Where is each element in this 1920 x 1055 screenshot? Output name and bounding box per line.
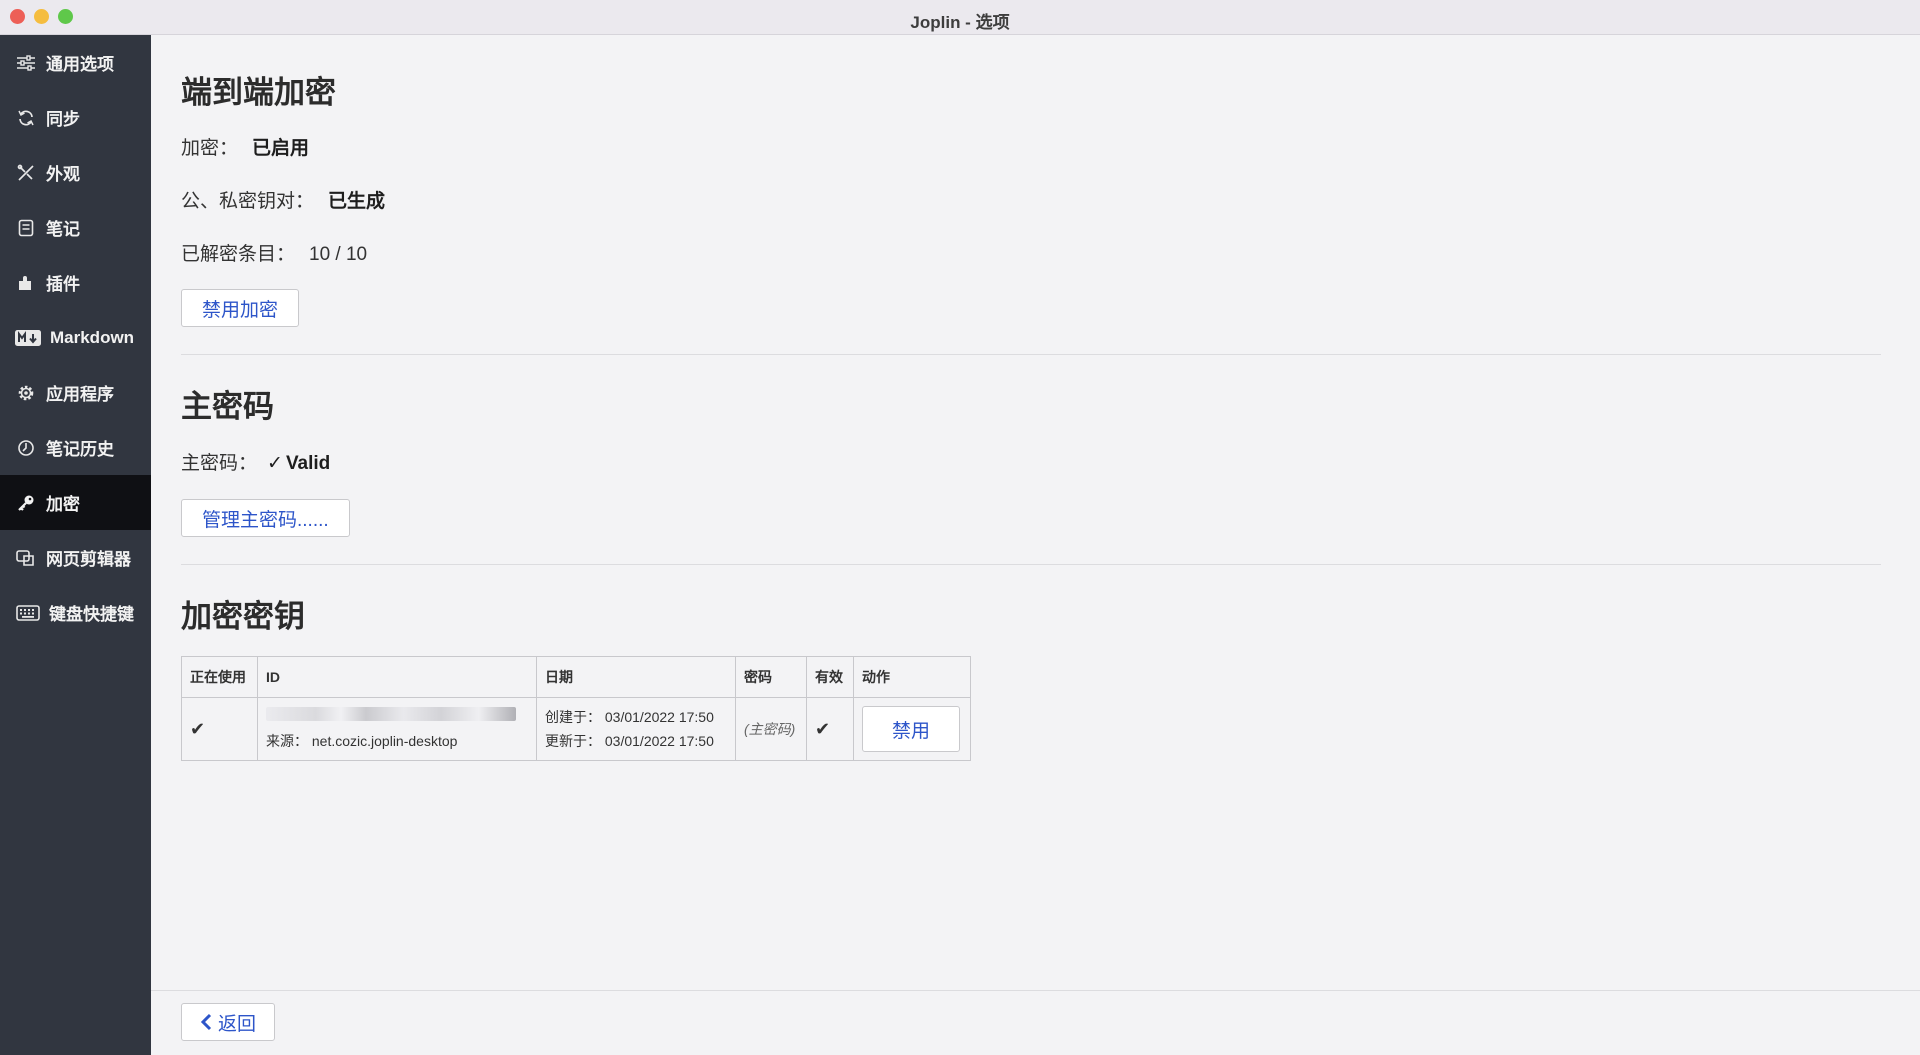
decrypted-items-status: 已解密条目： 10 / 10 bbox=[181, 239, 367, 266]
keypair-label: 公、私密钥对： bbox=[181, 191, 315, 212]
column-header: 日期 bbox=[536, 656, 736, 698]
action-cell: 禁用 bbox=[853, 697, 971, 761]
back-button-label: 返回 bbox=[218, 1013, 257, 1035]
sidebar-item-web-clipper[interactable]: 网页剪辑器 bbox=[0, 530, 151, 585]
history-icon bbox=[15, 437, 37, 459]
sidebar-item-markdown[interactable]: Markdown bbox=[0, 310, 151, 365]
manage-master-password-button[interactable]: 管理主密码...... bbox=[181, 499, 350, 537]
gear-icon bbox=[15, 382, 37, 404]
note-icon bbox=[15, 217, 37, 239]
updated-value: 03/01/2022 17:50 bbox=[604, 733, 714, 749]
sidebar-item-label: 通用选项 bbox=[46, 55, 114, 74]
valid-check-icon: ✓ bbox=[267, 453, 283, 474]
decrypted-value: 10 / 10 bbox=[309, 244, 368, 265]
created-value: 03/01/2022 17:50 bbox=[604, 709, 714, 725]
sync-icon bbox=[15, 107, 37, 129]
key-icon bbox=[15, 492, 37, 514]
source-label: 来源： bbox=[266, 733, 308, 749]
redacted-key-id bbox=[266, 707, 516, 721]
chevron-left-icon bbox=[200, 1013, 212, 1031]
date-cell: 创建于： 03/01/2022 17:50 更新于： 03/01/2022 17… bbox=[536, 697, 736, 761]
column-header: 正在使用 bbox=[181, 656, 258, 698]
created-label: 创建于： bbox=[545, 709, 601, 725]
updated-label: 更新于： bbox=[545, 733, 601, 749]
sliders-icon bbox=[15, 52, 37, 74]
sidebar-item-label: 外观 bbox=[46, 165, 80, 184]
sidebar-item-plugins[interactable]: 插件 bbox=[0, 255, 151, 310]
window-title: Joplin - 选项 bbox=[910, 13, 1010, 32]
paint-icon bbox=[15, 162, 37, 184]
master-password-label: 主密码： bbox=[181, 453, 258, 474]
sidebar: 通用选项 同步 外观 笔记 插件 Markdown 应用程序 笔记历史 加密 网… bbox=[0, 35, 151, 1055]
keypair-value: 已生成 bbox=[328, 191, 386, 212]
column-header: ID bbox=[257, 656, 537, 698]
keypair-status: 公、私密钥对： 已生成 bbox=[181, 186, 385, 213]
e2ee-heading: 端到端加密 bbox=[181, 75, 336, 110]
puzzle-icon bbox=[15, 272, 37, 294]
title-bar: Joplin - 选项 bbox=[0, 0, 1920, 35]
table-header-row: 正在使用 ID 日期 密码 有效 动作 bbox=[181, 656, 971, 698]
disable-encryption-button[interactable]: 禁用加密 bbox=[181, 289, 300, 327]
sidebar-item-label: 同步 bbox=[46, 110, 80, 129]
sidebar-item-keyboard-shortcuts[interactable]: 键盘快捷键 bbox=[0, 585, 151, 640]
settings-main: 端到端加密 加密： 已启用 公、私密钥对： 已生成 已解密条目： 10 / 10 禁用… bbox=[151, 35, 1920, 1055]
master-password-status: 主密码： ✓ Valid bbox=[181, 448, 330, 475]
sidebar-item-label: 网页剪辑器 bbox=[46, 550, 131, 569]
sidebar-item-label: Markdown bbox=[50, 327, 135, 347]
key-id-cell: 来源： net.cozic.joplin-desktop bbox=[257, 697, 537, 761]
encryption-label: 加密： bbox=[181, 138, 239, 159]
sidebar-item-sync[interactable]: 同步 bbox=[0, 90, 151, 145]
column-header: 动作 bbox=[853, 656, 971, 698]
encryption-status: 加密： 已启用 bbox=[181, 133, 309, 160]
sidebar-item-appearance[interactable]: 外观 bbox=[0, 145, 151, 200]
source-value: net.cozic.joplin-desktop bbox=[311, 733, 458, 749]
encryption-keys-table: 正在使用 ID 日期 密码 有效 动作 ✔ 来源： net.cozic.jopl… bbox=[181, 656, 971, 761]
in-use-check: ✔ bbox=[181, 697, 258, 761]
column-header: 密码 bbox=[735, 656, 807, 698]
keyboard-icon bbox=[15, 602, 40, 624]
password-cell: (主密码) bbox=[735, 697, 807, 761]
master-password-heading: 主密码 bbox=[181, 389, 274, 424]
sidebar-item-label: 加密 bbox=[46, 495, 80, 514]
encryption-value: 已启用 bbox=[252, 138, 310, 159]
sidebar-item-general[interactable]: 通用选项 bbox=[0, 35, 151, 90]
master-password-value: Valid bbox=[285, 453, 331, 474]
sidebar-item-label: 笔记 bbox=[46, 220, 80, 239]
clipper-icon bbox=[15, 547, 37, 569]
sidebar-item-note[interactable]: 笔记 bbox=[0, 200, 151, 255]
disable-key-button[interactable]: 禁用 bbox=[862, 706, 960, 752]
valid-check: ✔ bbox=[806, 697, 854, 761]
sidebar-item-application[interactable]: 应用程序 bbox=[0, 365, 151, 420]
sidebar-item-label: 笔记历史 bbox=[46, 440, 114, 459]
back-button[interactable]: 返回 bbox=[181, 1003, 276, 1041]
sidebar-item-label: 应用程序 bbox=[46, 385, 114, 404]
markdown-icon bbox=[15, 327, 41, 349]
sidebar-item-note-history[interactable]: 笔记历史 bbox=[0, 420, 151, 475]
decrypted-label: 已解密条目： bbox=[181, 244, 296, 265]
sidebar-item-label: 插件 bbox=[46, 275, 80, 294]
sidebar-item-encryption[interactable]: 加密 bbox=[0, 475, 151, 530]
column-header: 有效 bbox=[806, 656, 854, 698]
sidebar-item-label: 键盘快捷键 bbox=[49, 605, 134, 624]
divider bbox=[181, 354, 1881, 355]
footer-divider bbox=[151, 990, 1920, 991]
divider bbox=[181, 564, 1881, 565]
encryption-keys-heading: 加密密钥 bbox=[181, 599, 305, 634]
table-row: ✔ 来源： net.cozic.joplin-desktop 创建于： 03/0… bbox=[181, 697, 971, 761]
